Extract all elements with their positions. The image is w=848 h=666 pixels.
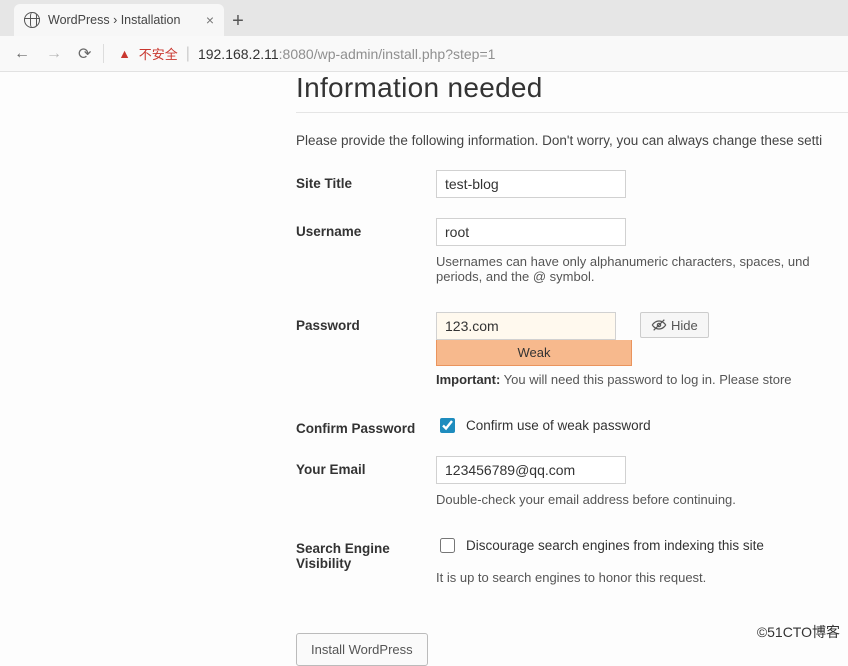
- new-tab-button[interactable]: +: [224, 6, 252, 36]
- sev-label-line1: Search Engine: [296, 541, 390, 556]
- tab-strip: WordPress › Installation × +: [0, 0, 848, 36]
- toolbar: ← → ⟳ ▲ 不安全 | 192.168.2.11:8080/wp-admin…: [0, 36, 848, 72]
- install-wordpress-button[interactable]: Install WordPress: [296, 633, 428, 666]
- url-text: 192.168.2.11:8080/wp-admin/install.php?s…: [198, 46, 495, 62]
- sev-checkbox-label: Discourage search engines from indexing …: [466, 538, 764, 553]
- browser-tab[interactable]: WordPress › Installation ×: [14, 4, 224, 36]
- password-input[interactable]: [436, 312, 616, 340]
- sev-checkbox[interactable]: [440, 538, 455, 553]
- password-label: Password: [296, 312, 436, 333]
- sev-label-line2: Visibility: [296, 556, 351, 571]
- email-input[interactable]: [436, 456, 626, 484]
- not-secure-label: 不安全: [139, 44, 178, 63]
- password-block: Weak: [436, 312, 632, 366]
- browser-chrome: WordPress › Installation × + ← → ⟳ ▲ 不安全…: [0, 0, 848, 72]
- forward-button[interactable]: →: [46, 45, 62, 63]
- page-content: Information needed Please provide the fo…: [296, 72, 848, 666]
- tab-title: WordPress › Installation: [48, 13, 180, 27]
- globe-icon: [24, 12, 40, 28]
- reload-button[interactable]: ⟳: [78, 44, 91, 64]
- url-separator: |: [186, 45, 190, 63]
- site-title-input[interactable]: [436, 170, 626, 198]
- password-hint: Important: You will need this password t…: [436, 372, 848, 387]
- address-bar[interactable]: ▲ 不安全 | 192.168.2.11:8080/wp-admin/insta…: [103, 44, 495, 63]
- confirm-weak-line[interactable]: Confirm use of weak password: [436, 415, 848, 436]
- page-heading: Information needed: [296, 72, 848, 104]
- url-host: 192.168.2.11: [198, 46, 279, 62]
- username-hint: Usernames can have only alphanumeric cha…: [436, 254, 848, 284]
- close-icon[interactable]: ×: [206, 12, 214, 28]
- not-secure-icon: ▲: [118, 47, 130, 61]
- confirm-weak-checkbox[interactable]: [440, 418, 455, 433]
- watermark: ©51CTO博客: [757, 622, 840, 642]
- email-label: Your Email: [296, 456, 436, 477]
- email-hint: Double-check your email address before c…: [436, 492, 848, 507]
- heading-divider: [296, 112, 848, 113]
- username-label: Username: [296, 218, 436, 239]
- sev-label: Search Engine Visibility: [296, 535, 436, 571]
- confirm-password-label: Confirm Password: [296, 415, 436, 436]
- sev-hint: It is up to search engines to honor this…: [436, 570, 848, 585]
- url-path: :8080/wp-admin/install.php?step=1: [279, 46, 496, 62]
- page-intro: Please provide the following information…: [296, 133, 848, 148]
- sev-line[interactable]: Discourage search engines from indexing …: [436, 535, 848, 556]
- password-important-text: You will need this password to log in. P…: [500, 372, 791, 387]
- password-strength: Weak: [436, 340, 632, 366]
- password-important-label: Important:: [436, 372, 500, 387]
- back-button[interactable]: ←: [14, 45, 30, 63]
- site-title-label: Site Title: [296, 170, 436, 191]
- username-input[interactable]: [436, 218, 626, 246]
- confirm-weak-label: Confirm use of weak password: [466, 418, 651, 433]
- hide-button-label: Hide: [671, 318, 698, 333]
- eye-slash-icon: [651, 317, 667, 333]
- hide-password-button[interactable]: Hide: [640, 312, 709, 338]
